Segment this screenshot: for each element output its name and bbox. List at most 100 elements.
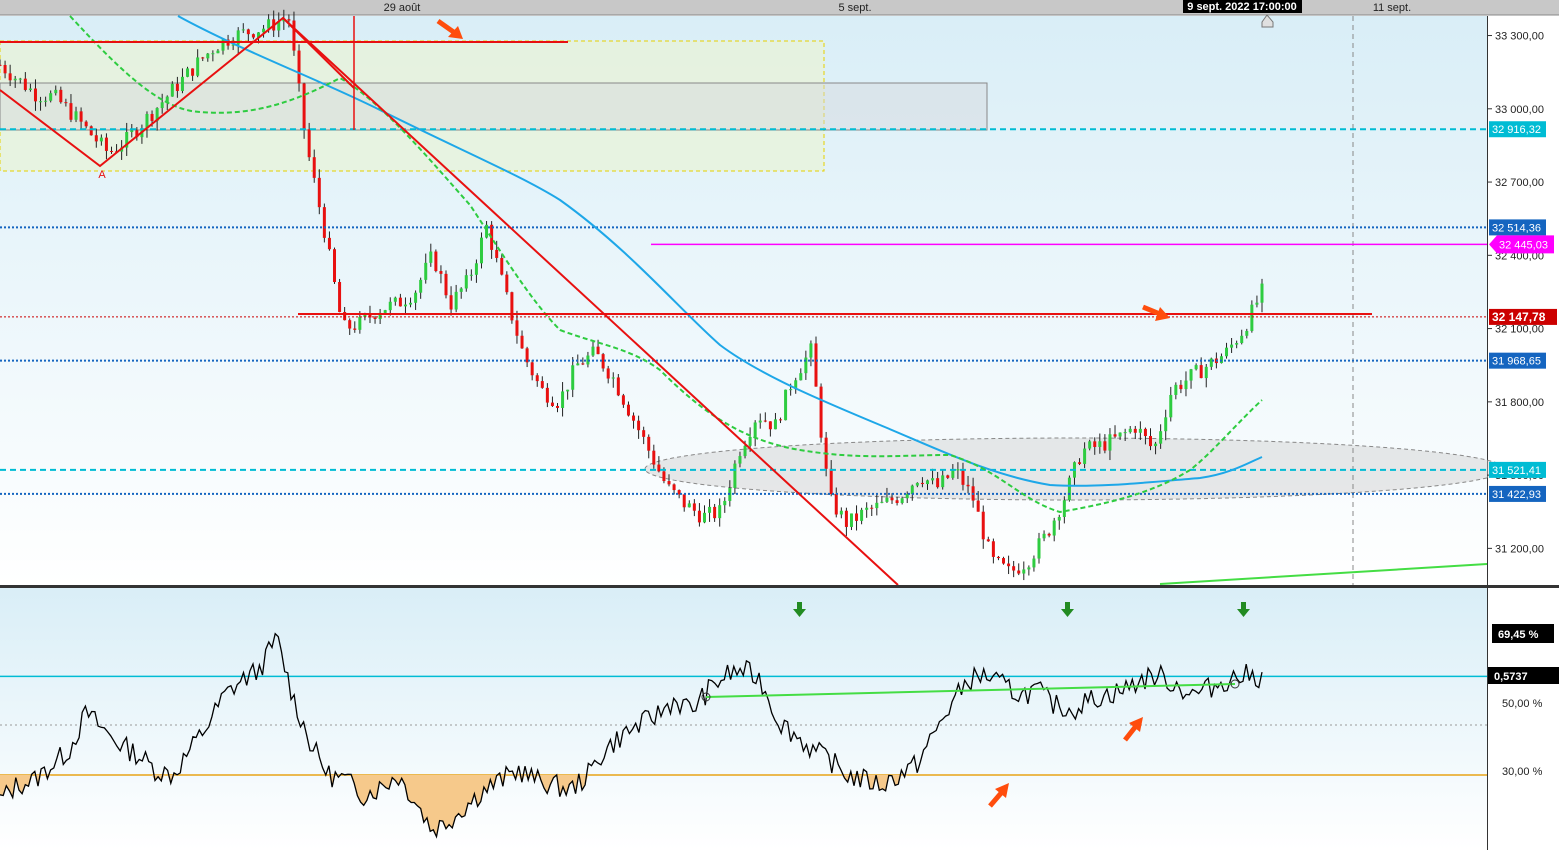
candle-body [621,395,625,405]
candle-body [459,288,463,292]
candle-body [1042,533,1046,539]
candle-body [550,402,554,406]
candle-body [3,65,7,74]
level-badge-text: 31 968,65 [1492,356,1541,368]
candle-body [662,471,666,482]
level-badge-text: 31 422,93 [1492,489,1541,501]
candle-body [317,177,321,208]
candle-body [1194,365,1198,370]
candle-body [1245,330,1249,336]
candle-body [1022,569,1026,574]
candle-body [353,328,357,330]
time-label-0: 29 août [384,2,421,14]
candle-body [348,320,352,329]
candle-body [946,475,950,478]
candle-body [687,503,691,508]
candle-body [39,101,43,103]
candle-body [292,20,296,51]
candle-body [246,29,250,35]
candle-body [297,50,301,84]
candle-body [860,509,864,521]
candle-body [530,362,534,376]
candle-body [267,19,271,29]
price-tick-label: 31 800,00 [1495,397,1544,409]
candle-body [941,475,945,488]
candle-body [469,274,473,276]
candle-body [697,510,701,523]
candle-body [672,484,676,491]
candle-body [702,512,706,523]
candle-body [956,469,960,471]
candle-body [885,497,889,502]
candle-body [596,346,600,355]
candle-body [865,507,869,510]
oscillator-secondary-label: 0,5737 [1494,671,1528,683]
candle-body [966,484,970,487]
candle-body [632,415,636,421]
candle-body [773,419,777,430]
candle-body [1012,566,1016,571]
candle-body [723,500,727,506]
chart-canvas[interactable]: 29 août 5 sept. 11 sept. 9 sept. 2022 17… [0,0,1559,850]
candle-body [505,274,509,293]
candle-body [79,111,83,122]
candle-body [1032,558,1036,568]
candle-body [186,68,190,77]
candle-body [996,556,1000,559]
candle-body [302,83,306,130]
candle-body [1159,431,1163,444]
candle-body [444,273,448,296]
candle-body [1067,477,1071,501]
candle-body [657,464,661,472]
candle-body [54,89,58,94]
candle-body [479,237,483,264]
candle-body [611,377,615,379]
candle-body [1047,533,1051,536]
candle-body [495,249,499,258]
candle-body [748,436,752,446]
candle-body [287,19,291,21]
candle-body [540,381,544,388]
level-30-label: 30,00 % [1502,766,1543,778]
candle-body [520,335,524,349]
candle-body [784,389,788,421]
candle-body [454,291,458,310]
candle-body [855,513,859,521]
candle-body [13,78,17,81]
time-label-2: 11 sept. [1373,2,1411,14]
candle-body [799,373,803,381]
candle-body [829,468,833,495]
candle-body [1062,500,1066,517]
candle-body [241,29,245,31]
oscillator-panel[interactable] [0,588,1487,850]
price-tick-label: 32 700,00 [1495,177,1544,189]
pattern-label-a: A [98,169,106,181]
candle-body [581,363,585,365]
candle-body [1007,563,1011,567]
candle-body [606,368,610,379]
candle-body [59,89,63,103]
candle-body [931,478,935,481]
candle-body [0,64,2,66]
candle-body [1098,441,1102,447]
candle-body [1002,558,1006,564]
candle-body [1052,520,1056,536]
time-label-1: 5 sept. [838,2,871,14]
candle-body [64,102,68,104]
candle-body [429,251,433,263]
panel-separator[interactable] [0,585,1559,588]
candle-body [809,343,813,358]
candle-body [895,500,899,504]
chart-window: 29 août 5 sept. 11 sept. 9 sept. 2022 17… [0,0,1559,850]
candle-body [89,126,93,136]
candle-body [206,53,210,59]
candle-body [150,113,154,121]
candle-body [991,541,995,557]
candle-body [409,302,413,305]
candle-body [383,310,387,313]
candle-body [839,510,843,515]
candle-body [69,103,73,120]
candle-body [849,513,853,527]
candle-body [333,249,337,283]
candle-body [1138,428,1142,433]
